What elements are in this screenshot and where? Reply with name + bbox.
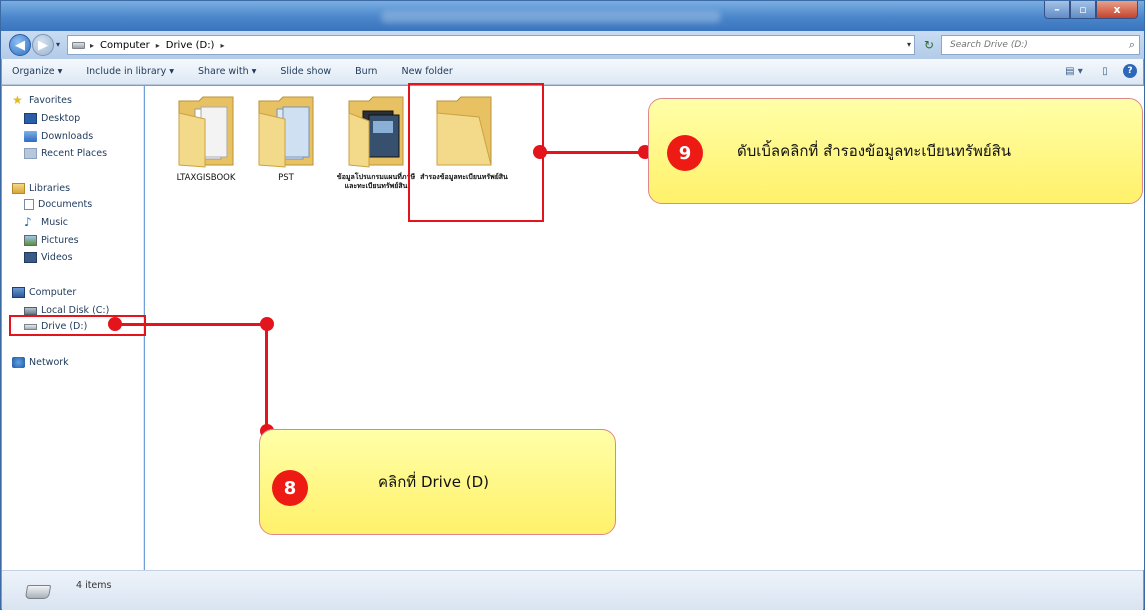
pictures-icon [24,235,37,246]
connector-line-step8 [115,323,268,326]
slide-show-button[interactable]: Slide show [280,66,331,77]
nav-favorites[interactable]: ★ Favorites [12,93,72,107]
search-input[interactable] [950,40,1120,50]
computer-icon [12,287,25,298]
folder-item-ltaxgisbook[interactable]: LTAXGISBOOK [161,91,251,191]
music-icon: ♪ [24,215,32,229]
nav-recent-places[interactable]: Recent Places [24,148,107,159]
recent-places-icon [24,148,37,159]
folder-icon [258,96,314,168]
nav-label: Network [29,357,69,368]
view-controls: ▤ ▾ ▯ ? [1051,63,1137,79]
help-icon[interactable]: ? [1123,64,1137,78]
breadcrumb-separator[interactable]: ▸ [90,41,94,50]
folder-icon [348,96,404,168]
downloads-icon [24,131,37,142]
title-blur [381,11,721,23]
nav-label: Desktop [41,113,81,124]
nav-pictures[interactable]: Pictures [24,235,79,246]
item-count: 4 items [76,580,112,591]
folder-icon [178,96,234,168]
drive-icon [24,585,52,599]
burn-button[interactable]: Burn [355,66,377,77]
minimize-button[interactable]: – [1044,1,1070,19]
refresh-icon[interactable]: ↻ [919,35,939,55]
network-icon [12,357,25,368]
libraries-icon [12,183,25,194]
change-view-icon[interactable]: ▤ ▾ [1061,63,1087,79]
drive-icon [72,41,85,49]
nav-documents[interactable]: Documents [24,199,92,210]
connector-dot [533,145,547,159]
step-badge: 8 [272,470,308,506]
share-with-button[interactable]: Share with ▾ [198,66,256,77]
folder-item-pst[interactable]: PST [241,91,331,191]
command-bar: Organize ▾ Include in library ▾ Share wi… [2,59,1143,85]
connector-line-step9 [541,151,645,154]
desktop-icon [24,113,37,124]
new-folder-button[interactable]: New folder [401,66,452,77]
nav-label: Videos [41,252,73,263]
connector-dot [108,317,122,331]
nav-label: Recent Places [41,148,108,159]
star-icon: ★ [12,93,23,107]
documents-icon [24,199,34,210]
back-button[interactable]: ◀ [9,34,31,56]
preview-pane-icon[interactable]: ▯ [1097,63,1113,79]
nav-label: Pictures [41,235,79,246]
folder-name: LTAXGISBOOK [176,173,236,183]
nav-label: Libraries [29,183,71,194]
connector-dot [260,317,274,331]
search-icon[interactable]: ⌕ [1129,38,1135,52]
videos-icon [24,252,37,263]
nav-label: Favorites [29,95,72,106]
breadcrumb-drive-d[interactable]: Drive (D:) [166,40,215,51]
connector-line-step8-vertical [265,323,268,433]
nav-label: Downloads [41,131,94,142]
nav-libraries[interactable]: Libraries [12,183,70,194]
forward-button[interactable]: ▶ [32,34,54,56]
address-dropdown-icon[interactable]: ▾ [907,40,911,49]
nav-desktop[interactable]: Desktop [24,113,80,124]
nav-label: Computer [29,287,77,298]
folder-name: PST [278,173,294,183]
maximize-button[interactable]: ▫ [1070,1,1096,19]
highlight-box-step9 [408,83,544,222]
breadcrumb-separator[interactable]: ▸ [220,41,224,50]
search-box[interactable]: ⌕ [941,35,1140,55]
window-controls: – ▫ x [1044,1,1138,19]
breadcrumb-computer[interactable]: Computer [100,40,150,51]
callout-text: ดับเบิ้ลคลิกที่ สำรองข้อมูลทะเบียนทรัพย์… [737,142,1012,160]
address-row: ◀ ▶ ▾ ▸ Computer ▸ Drive (D:) ▸ ▾ ↻ ⌕ [1,31,1144,59]
title-bar[interactable]: – ▫ x [1,1,1144,31]
breadcrumb-separator[interactable]: ▸ [156,41,160,50]
nav-label: Music [41,217,69,228]
callout-text: คลิกที่ Drive (D) [378,473,489,491]
callout-step8: 8 คลิกที่ Drive (D) [259,429,616,535]
nav-music[interactable]: ♪ Music [24,215,69,229]
step-badge: 9 [667,135,703,171]
close-button[interactable]: x [1096,1,1138,19]
status-bar: 4 items [2,570,1143,610]
organize-button[interactable]: Organize ▾ [12,66,62,77]
nav-videos[interactable]: Videos [24,252,73,263]
include-in-library-button[interactable]: Include in library ▾ [86,66,174,77]
address-bar[interactable]: ▸ Computer ▸ Drive (D:) ▸ ▾ [67,35,915,55]
nav-computer[interactable]: Computer [12,287,76,298]
nav-label: Documents [38,199,93,210]
recent-pages-dropdown-icon[interactable]: ▾ [56,40,60,49]
nav-network[interactable]: Network [12,357,69,368]
callout-step9: 9 ดับเบิ้ลคลิกที่ สำรองข้อมูลทะเบียนทรัพ… [648,98,1143,204]
nav-downloads[interactable]: Downloads [24,131,93,142]
local-disk-icon [24,306,37,315]
